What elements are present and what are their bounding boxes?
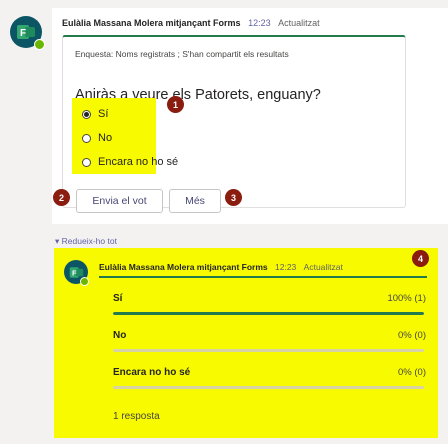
svg-text:F: F <box>71 268 76 277</box>
reply-time[interactable]: 12:23 <box>275 262 296 272</box>
chevron-down-icon: ▾ <box>55 236 60 246</box>
submit-vote-button[interactable]: Envia el vot <box>76 189 163 213</box>
annotation-badge-1: 1 <box>167 96 184 113</box>
poll-option-encara[interactable]: Encara no ho sé <box>82 154 178 170</box>
radio-icon[interactable] <box>82 157 91 167</box>
option-label: No <box>98 132 113 144</box>
forms-app-icon: F <box>17 25 35 39</box>
result-label: Encara no ho sé <box>113 367 191 378</box>
response-count: 1 resposta <box>113 411 160 422</box>
reply-author: Eulàlia Massana Molera mitjançant Forms <box>99 262 268 272</box>
more-button[interactable]: Més <box>169 189 221 213</box>
result-bar <box>113 312 424 315</box>
collapse-all-link[interactable]: ▾ Redueix-ho tot <box>55 236 117 247</box>
radio-checked-icon[interactable] <box>82 109 91 119</box>
results-card-top-border <box>99 276 427 278</box>
presence-indicator <box>80 277 89 286</box>
annotation-badge-2: 2 <box>53 189 70 206</box>
result-value: 0% (0) <box>398 330 426 341</box>
result-value: 0% (0) <box>398 367 426 378</box>
result-bar-fill <box>113 312 424 315</box>
radio-icon[interactable] <box>82 133 91 143</box>
message-edited: Actualitzat <box>278 18 320 28</box>
result-label: Sí <box>113 293 123 304</box>
result-label: No <box>113 330 127 341</box>
poll-subtitle: Enquesta: Noms registrats ; S'han compar… <box>75 49 289 59</box>
message-author: Eulàlia Massana Molera mitjançant Forms <box>62 18 241 28</box>
message-header: Eulàlia Massana Molera mitjançant Forms … <box>62 18 320 28</box>
presence-indicator <box>34 39 45 50</box>
annotation-badge-4: 4 <box>412 250 429 267</box>
result-bar <box>113 349 424 352</box>
option-label: Sí <box>98 108 109 120</box>
reply-edited: Actualitzat <box>303 262 343 272</box>
result-value: 100% (1) <box>387 293 426 304</box>
annotation-badge-3: 3 <box>225 189 242 206</box>
result-bar <box>113 386 424 389</box>
reply-header: Eulàlia Massana Molera mitjançant Forms … <box>99 262 343 272</box>
message-time[interactable]: 12:23 <box>248 18 271 28</box>
svg-text:F: F <box>20 28 26 39</box>
poll-option-si[interactable]: Sí <box>82 106 108 122</box>
poll-option-no[interactable]: No <box>82 130 112 146</box>
option-label: Encara no ho sé <box>98 156 179 168</box>
